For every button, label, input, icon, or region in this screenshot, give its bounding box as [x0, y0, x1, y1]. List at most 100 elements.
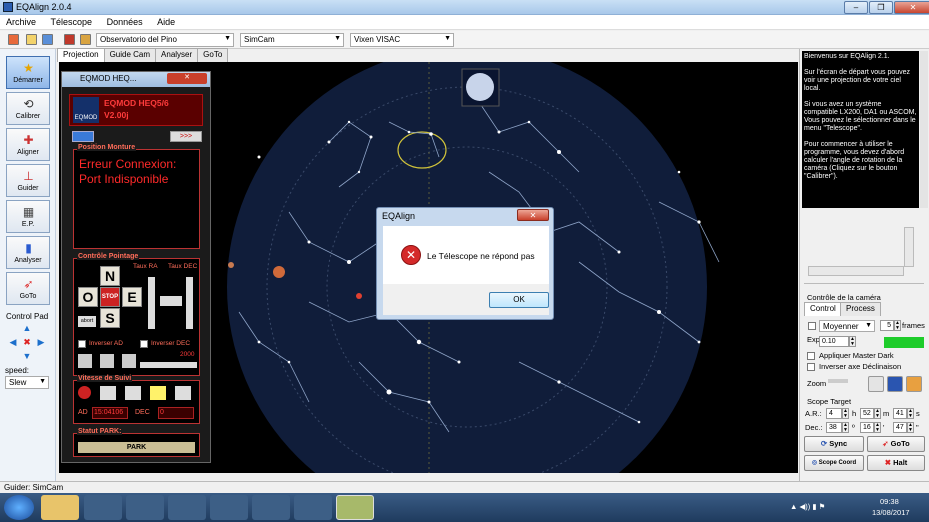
tab-guide-cam[interactable]: Guide Cam: [103, 48, 157, 62]
south-button[interactable]: S: [100, 308, 120, 328]
minimize-button[interactable]: –: [844, 1, 868, 14]
ar-hours-input[interactable]: 4: [826, 408, 842, 419]
park-button[interactable]: PARK: [78, 442, 195, 453]
explorer-icon[interactable]: [41, 495, 79, 520]
halt-button[interactable]: ✖ Halt: [867, 455, 925, 471]
rate-slider[interactable]: [140, 362, 197, 368]
start-button[interactable]: ★ Démarrer: [6, 56, 50, 89]
spiral-icon[interactable]: [122, 354, 136, 368]
media-player-icon[interactable]: [126, 495, 164, 520]
wrench-icon[interactable]: [906, 376, 922, 392]
dec-minutes-spinner[interactable]: ▲ ▼: [874, 422, 881, 433]
calibrate-button[interactable]: ⟲ Calibrer: [6, 92, 50, 125]
save-icon[interactable]: [42, 34, 53, 45]
tray-icons[interactable]: ▲ ◀)) ▮ ⚑: [790, 502, 825, 511]
arrow-up-icon[interactable]: ▲: [22, 323, 32, 333]
ar-hours-spinner[interactable]: ▲ ▼: [842, 408, 849, 419]
camera-enable-checkbox[interactable]: [808, 322, 816, 330]
tab-process[interactable]: Process: [840, 302, 881, 316]
stop-tracking-icon[interactable]: [78, 386, 91, 399]
camera-icon[interactable]: [887, 376, 903, 392]
dec-seconds-spinner[interactable]: ▲ ▼: [907, 422, 914, 433]
acrobat-icon[interactable]: [252, 495, 290, 520]
goto-scope-button[interactable]: ➶ GoTo: [867, 436, 925, 452]
ok-button[interactable]: OK: [489, 292, 549, 308]
menu-donnees[interactable]: Données: [101, 15, 149, 29]
ar-seconds-spinner[interactable]: ▲ ▼: [907, 408, 914, 419]
speed-select[interactable]: Slew ▼: [5, 376, 49, 389]
menu-archive[interactable]: Archive: [0, 15, 42, 29]
site-select[interactable]: Observatorio del Pino ▼: [96, 33, 234, 47]
arrow-right-icon[interactable]: ▶: [36, 337, 46, 347]
scope-coord-button[interactable]: ◎ Scope Coord: [804, 455, 864, 471]
stop-button[interactable]: STOP: [100, 287, 120, 307]
menu-telescope[interactable]: Télescope: [45, 15, 99, 29]
mount-select[interactable]: Vixen VISAC ▼: [350, 33, 454, 47]
lunar-icon[interactable]: [125, 386, 141, 400]
ra-rate-slider[interactable]: [148, 277, 155, 329]
goto-button[interactable]: ➶ GoTo: [6, 272, 50, 305]
grid-icon[interactable]: [100, 354, 114, 368]
sync-button[interactable]: ⟳ Sync: [804, 436, 864, 452]
maximize-button[interactable]: ❐: [869, 1, 893, 14]
abort-button[interactable]: abort: [78, 316, 96, 327]
ar-seconds-input[interactable]: 41: [893, 408, 907, 419]
menu-aide[interactable]: Aide: [151, 15, 181, 29]
sidereal-icon[interactable]: [100, 386, 116, 400]
dec-rate-slider[interactable]: [186, 277, 193, 329]
east-button[interactable]: E: [122, 287, 142, 307]
dec-minutes-input[interactable]: 16: [860, 422, 874, 433]
tab-goto[interactable]: GoTo: [197, 48, 229, 62]
eqalign-task-icon[interactable]: [336, 495, 374, 520]
tab-control[interactable]: Control: [804, 302, 842, 316]
invert-ad-checkbox[interactable]: [78, 340, 86, 348]
stop-icon[interactable]: ✖: [22, 337, 32, 347]
north-button[interactable]: N: [100, 266, 120, 286]
lightbulb-icon[interactable]: [84, 495, 122, 520]
add-icon[interactable]: [72, 131, 94, 142]
tab-analyser[interactable]: Analyser: [155, 48, 199, 62]
info-scrollbar[interactable]: [920, 51, 928, 208]
skype-icon[interactable]: [210, 495, 248, 520]
exposition-spinner[interactable]: ▲ ▼: [849, 336, 856, 347]
vertical-scrollbar[interactable]: [904, 227, 914, 267]
frames-input[interactable]: 5: [880, 320, 894, 331]
invert-dec-axis-checkbox[interactable]: [807, 363, 815, 371]
master-dark-checkbox[interactable]: [807, 352, 815, 360]
binoculars-icon[interactable]: [78, 354, 92, 368]
start-orb-icon[interactable]: [4, 495, 34, 520]
arrow-left-icon[interactable]: ◀: [8, 337, 18, 347]
solar-icon[interactable]: [150, 386, 166, 400]
frames-spinner[interactable]: ▲ ▼: [894, 320, 901, 331]
west-button[interactable]: O: [78, 287, 98, 307]
dec-seconds-input[interactable]: 47: [893, 422, 907, 433]
dec-degrees-spinner[interactable]: ▲ ▼: [842, 422, 849, 433]
align-button[interactable]: ✚ Aligner: [6, 128, 50, 161]
dialog-close-button[interactable]: ✕: [517, 209, 549, 221]
horizontal-scrollbar[interactable]: [808, 266, 904, 276]
exposition-input[interactable]: 0.10: [819, 336, 849, 347]
firefox-icon[interactable]: [168, 495, 206, 520]
tools-icon[interactable]: [80, 34, 91, 45]
arrow-down-icon[interactable]: ▼: [22, 351, 32, 361]
pdf-icon[interactable]: [64, 34, 75, 45]
analyse-button[interactable]: ▮ Analyser: [6, 236, 50, 269]
telescope-app-icon[interactable]: [294, 495, 332, 520]
dec-degrees-input[interactable]: 38: [826, 422, 842, 433]
open-folder-icon[interactable]: [26, 34, 37, 45]
camera-select[interactable]: SimCam ▼: [240, 33, 344, 47]
power-icon[interactable]: [8, 34, 19, 45]
mode-select[interactable]: Moyenner ▼: [819, 320, 875, 332]
eqmod-close-button[interactable]: ✕: [167, 73, 207, 84]
tab-projection[interactable]: Projection: [57, 48, 105, 62]
crosshair-target-icon[interactable]: [868, 376, 884, 392]
expand-button[interactable]: >>>: [170, 131, 202, 142]
ar-minutes-input[interactable]: 52: [860, 408, 874, 419]
guide-button[interactable]: ⊥ Guider: [6, 164, 50, 197]
ar-minutes-spinner[interactable]: ▲ ▼: [874, 408, 881, 419]
close-button[interactable]: ✕: [894, 1, 929, 14]
zoom-slider[interactable]: [828, 379, 848, 383]
ep-button[interactable]: ▦ E.P.: [6, 200, 50, 233]
invert-dec-checkbox[interactable]: [140, 340, 148, 348]
custom-rate-icon[interactable]: [175, 386, 191, 400]
